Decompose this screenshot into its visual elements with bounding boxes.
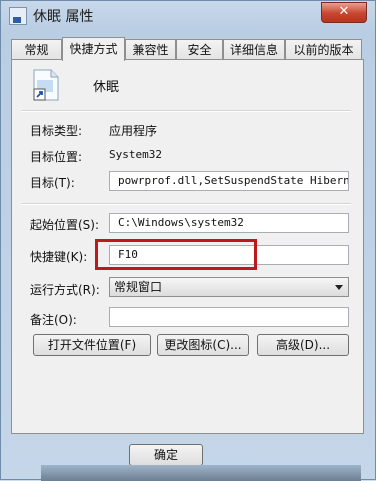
- advanced-button[interactable]: 高级(D)...: [257, 334, 349, 356]
- target-type-value: 应用程序: [109, 124, 158, 138]
- file-shortcut-icon: [33, 69, 59, 101]
- shortcut-name: 休眠: [93, 80, 120, 95]
- target-type-label: 目标类型:: [30, 124, 83, 138]
- hotkey-label: 快捷键(K):: [30, 250, 88, 264]
- tab-compatibility[interactable]: 兼容性: [125, 39, 176, 60]
- target-location-label: 目标位置:: [30, 150, 83, 164]
- properties-window: 休眠 属性 ✕ 常规 快捷方式 兼容性 安全 详细信息 以前的版本 休眠 目标类…: [0, 0, 376, 481]
- comment-label: 备注(O):: [30, 313, 77, 327]
- highlight-box: [95, 239, 257, 270]
- tab-details[interactable]: 详细信息: [223, 39, 285, 60]
- close-button[interactable]: ✕: [321, 2, 367, 23]
- tab-security[interactable]: 安全: [176, 39, 223, 60]
- chevron-down-icon: [335, 285, 343, 290]
- run-select[interactable]: 常规窗口: [109, 277, 349, 297]
- taskbar-strip: [41, 465, 361, 481]
- start-in-input[interactable]: C:\Windows\system32: [109, 213, 349, 233]
- tab-shortcut[interactable]: 快捷方式: [62, 37, 125, 61]
- tab-previous-versions[interactable]: 以前的版本: [285, 39, 362, 60]
- divider: [21, 203, 351, 205]
- ok-button[interactable]: 确定: [129, 444, 203, 466]
- title-bar[interactable]: 休眠 属性 ✕: [1, 1, 375, 31]
- target-input[interactable]: powrprof.dll,SetSuspendState Hibernate: [109, 171, 349, 191]
- run-select-value: 常规窗口: [114, 280, 163, 294]
- divider: [21, 110, 351, 112]
- open-location-button[interactable]: 打开文件位置(F): [33, 334, 151, 356]
- target-label: 目标(T):: [30, 176, 75, 190]
- change-icon-button[interactable]: 更改图标(C)...: [157, 334, 249, 356]
- start-in-label: 起始位置(S):: [30, 218, 100, 232]
- window-title: 休眠 属性: [33, 9, 94, 25]
- run-label: 运行方式(R):: [30, 283, 100, 297]
- comment-input[interactable]: [109, 307, 349, 327]
- shortcut-icon: [9, 7, 27, 25]
- tab-general[interactable]: 常规: [11, 39, 62, 60]
- target-location-value: System32: [109, 148, 162, 161]
